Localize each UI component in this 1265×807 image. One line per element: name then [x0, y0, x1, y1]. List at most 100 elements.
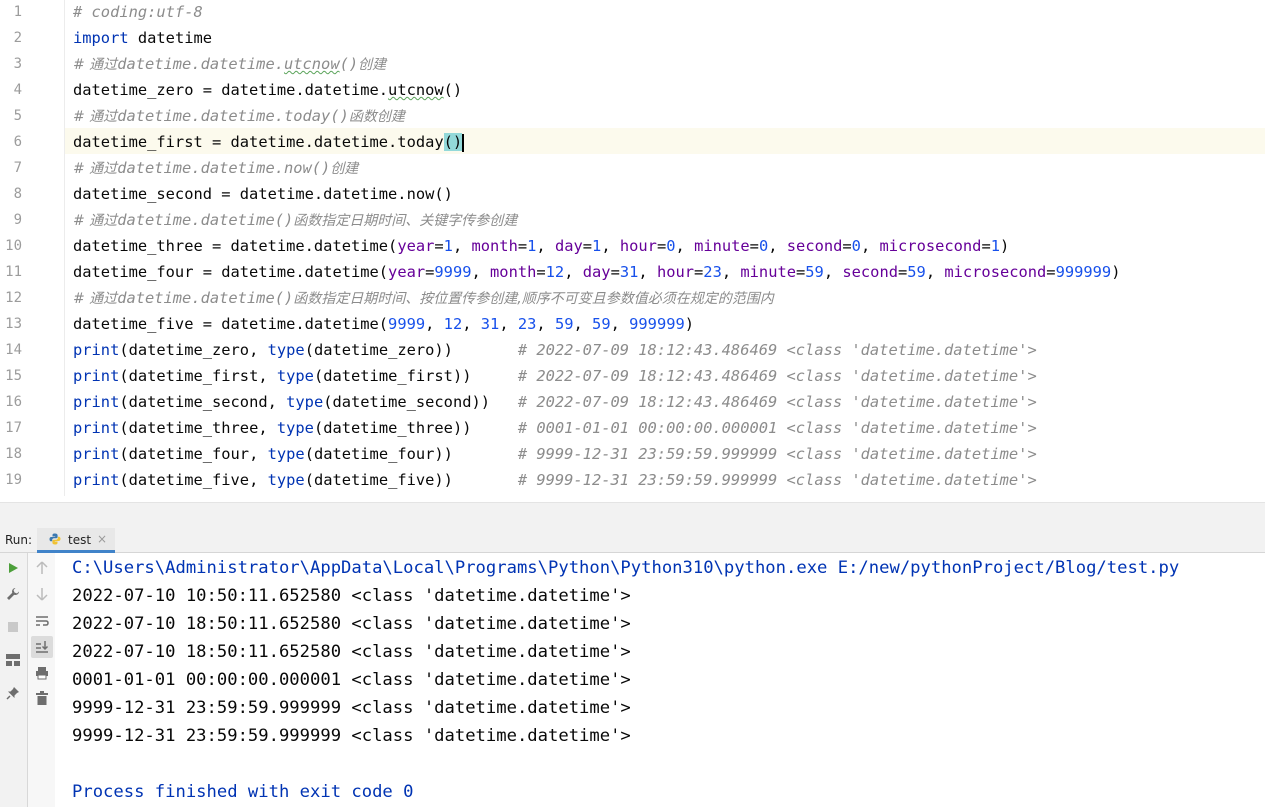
code-text: (datetime_four)) — [305, 445, 518, 463]
param-name: year — [397, 237, 434, 255]
code-paren: () — [444, 81, 463, 99]
comment-prefix: # 通过 — [73, 291, 117, 307]
comment-tail: 函数指定日期时间、按位置传参创建,顺序不可变且参数值必须在规定的范围内 — [293, 291, 773, 307]
panel-divider[interactable] — [0, 502, 1265, 529]
operator: = — [1046, 263, 1055, 281]
builtin-print: print — [73, 341, 119, 359]
print-icon[interactable] — [33, 664, 51, 682]
builtin-type: type — [286, 393, 323, 411]
comment-code: datetime.datetime. — [117, 55, 284, 73]
code-line-1[interactable]: # coding:utf-8 — [73, 0, 203, 25]
run-console-output[interactable]: C:\Users\Administrator\AppData\Local\Pro… — [56, 553, 1265, 807]
scroll-to-end-icon[interactable] — [31, 636, 53, 658]
console-output-line: 9999-12-31 23:59:59.999999 <class 'datet… — [72, 694, 631, 722]
punctuation: , — [471, 263, 490, 281]
param-name: minute — [740, 263, 796, 281]
number-literal: 1 — [592, 237, 601, 255]
up-arrow-icon[interactable] — [33, 559, 51, 577]
number-literal: 0 — [759, 237, 768, 255]
code-line-16[interactable]: print(datetime_second, type(datetime_sec… — [73, 389, 1037, 415]
param-name: hour — [657, 263, 694, 281]
comment-paren: () — [340, 55, 359, 73]
operator: = — [657, 237, 666, 255]
stop-icon[interactable] — [4, 618, 22, 636]
close-tab-icon[interactable]: × — [97, 532, 107, 546]
bracket-close: ) — [453, 133, 462, 151]
line-number: 17 — [0, 415, 22, 441]
module-name: datetime — [129, 29, 212, 47]
number-literal: 1 — [991, 237, 1000, 255]
comment: # 9999-12-31 23:59:59.999999 <class 'dat… — [518, 445, 1037, 463]
line-number: 2 — [0, 25, 22, 51]
code-line-14[interactable]: print(datetime_zero, type(datetime_zero)… — [73, 337, 1037, 363]
run-toolbar-secondary — [28, 553, 55, 807]
punctuation: , — [462, 315, 481, 333]
operator: = — [796, 263, 805, 281]
wrench-icon[interactable] — [4, 585, 22, 603]
code-line-9[interactable]: # 通过datetime.datetime()函数指定日期时间、关键字传参创建 — [73, 207, 517, 233]
code-text: datetime_zero = datetime.datetime. — [73, 81, 388, 99]
operator: = — [518, 237, 527, 255]
run-tab-label: test — [68, 533, 91, 547]
punctuation: , — [676, 237, 695, 255]
comment-tail: 创建 — [358, 57, 386, 73]
code-text: (datetime_five)) — [305, 471, 518, 489]
comment: # 9999-12-31 23:59:59.999999 <class 'dat… — [518, 471, 1037, 489]
line-number: 6 — [0, 129, 22, 155]
code-line-17[interactable]: print(datetime_three, type(datetime_thre… — [73, 415, 1037, 441]
code-line-5[interactable]: # 通过datetime.datetime.today()函数创建 — [73, 103, 405, 129]
operator: = — [898, 263, 907, 281]
code-line-3[interactable]: # 通过datetime.datetime.utcnow()创建 — [73, 51, 386, 77]
code-text: datetime_second = datetime.datetime.now(… — [73, 185, 453, 203]
builtin-type: type — [277, 419, 314, 437]
number-literal: 9999 — [388, 315, 425, 333]
builtin-type: type — [268, 445, 305, 463]
code-line-12[interactable]: # 通过datetime.datetime()函数指定日期时间、按位置传参创建,… — [73, 285, 774, 311]
console-output-line: 0001-01-01 00:00:00.000001 <class 'datet… — [72, 666, 631, 694]
code-line-19[interactable]: print(datetime_five, type(datetime_five)… — [73, 467, 1037, 493]
punctuation: , — [861, 237, 880, 255]
code-line-11[interactable]: datetime_four = datetime.datetime(year=9… — [73, 259, 1120, 285]
layout-icon[interactable] — [4, 651, 22, 669]
number-literal: 23 — [703, 263, 722, 281]
comment-func: utcnow — [284, 55, 340, 73]
line-number: 4 — [0, 77, 22, 103]
line-number: 1 — [0, 0, 22, 25]
param-name: hour — [620, 237, 657, 255]
console-output-line: 9999-12-31 23:59:59.999999 <class 'datet… — [72, 722, 631, 750]
line-number: 9 — [0, 207, 22, 233]
code-line-18[interactable]: print(datetime_four, type(datetime_four)… — [73, 441, 1037, 467]
code-line-4[interactable]: datetime_zero = datetime.datetime.utcnow… — [73, 77, 462, 103]
comment: # 0001-01-01 00:00:00.000001 <class 'dat… — [518, 419, 1037, 437]
code-line-6[interactable]: datetime_first = datetime.datetime.today… — [73, 129, 464, 155]
code-line-8[interactable]: datetime_second = datetime.datetime.now(… — [73, 181, 453, 207]
code-line-7[interactable]: # 通过datetime.datetime.now()创建 — [73, 155, 358, 181]
code-line-2[interactable]: import datetime — [73, 25, 212, 51]
punctuation: , — [638, 263, 657, 281]
run-tab-test[interactable]: test × — [37, 528, 115, 553]
console-output-line: 2022-07-10 10:50:11.652580 <class 'datet… — [72, 582, 631, 610]
builtin-print: print — [73, 367, 119, 385]
code-line-13[interactable]: datetime_five = datetime.datetime(9999, … — [73, 311, 694, 337]
comment-prefix: # 通过 — [73, 213, 117, 229]
run-icon[interactable] — [4, 559, 22, 577]
comment-prefix: # 通过 — [73, 161, 117, 177]
param-name: minute — [694, 237, 750, 255]
down-arrow-icon[interactable] — [33, 585, 51, 603]
number-literal: 1 — [444, 237, 453, 255]
code-editor[interactable]: # coding:utf-8 import datetime # 通过datet… — [0, 0, 1265, 502]
soft-wrap-icon[interactable] — [33, 612, 51, 630]
comment-tail: 创建 — [330, 161, 358, 177]
keyword-import: import — [73, 29, 129, 47]
comment-prefix: # 通过 — [73, 109, 117, 125]
punctuation: , — [499, 315, 518, 333]
code-line-15[interactable]: print(datetime_first, type(datetime_firs… — [73, 363, 1037, 389]
line-number: 18 — [0, 441, 22, 467]
code-text: (datetime_second)) — [323, 393, 518, 411]
comment-code: datetime.datetime.today() — [117, 107, 349, 125]
builtin-print: print — [73, 419, 119, 437]
trash-icon[interactable] — [33, 689, 51, 707]
code-line-10[interactable]: datetime_three = datetime.datetime(year=… — [73, 233, 1009, 259]
punctuation: , — [722, 263, 741, 281]
pin-icon[interactable] — [4, 684, 22, 702]
